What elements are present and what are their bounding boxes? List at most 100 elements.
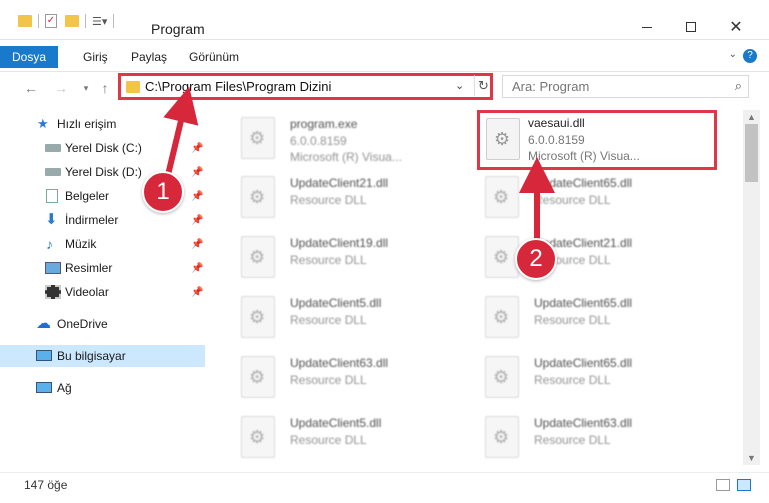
file-name: UpdateClient65.dll <box>534 176 633 190</box>
list-item[interactable]: UpdateClient5.dll Resource DLL <box>233 410 463 465</box>
pin-icon[interactable]: 📌 <box>191 167 203 178</box>
search-icon[interactable]: ⌕ <box>735 78 742 94</box>
list-item[interactable]: UpdateClient65.dll Resource DLL <box>477 170 707 226</box>
sidebar-item-downloads[interactable]: ⬇ İndirmeler 📌 <box>0 209 205 231</box>
pin-icon[interactable]: 📌 <box>191 143 203 154</box>
file-description: Resource DLL <box>534 193 611 207</box>
star-icon: ★ <box>37 116 49 131</box>
properties-icon[interactable]: ✓ <box>45 14 57 28</box>
view-toggle <box>716 479 752 494</box>
sidebar-item-label: Resimler <box>65 261 113 275</box>
tab-home[interactable]: Giriş <box>83 46 108 68</box>
file-name: UpdateClient21.dll <box>290 176 389 190</box>
help-icon[interactable]: ? <box>743 49 757 63</box>
list-item[interactable]: UpdateClient5.dll Resource DLL <box>233 290 463 346</box>
scroll-up-icon[interactable]: ▲ <box>743 110 760 124</box>
tab-view[interactable]: Görünüm <box>189 46 239 68</box>
dll-file-icon <box>485 356 519 398</box>
vertical-scrollbar[interactable]: ▲ ▼ <box>743 110 760 465</box>
divider <box>113 14 115 28</box>
drive-icon <box>45 144 61 152</box>
sidebar-item-label: İndirmeler <box>65 213 119 227</box>
file-description: Resource DLL <box>534 373 611 387</box>
pin-icon[interactable]: 📌 <box>191 191 203 202</box>
back-button[interactable]: ← <box>21 78 41 98</box>
file-name: UpdateClient63.dll <box>290 356 389 370</box>
tiles-view-icon[interactable] <box>737 479 752 491</box>
pin-icon[interactable]: 📌 <box>191 263 203 274</box>
window-title: Program <box>151 21 205 37</box>
file-name: UpdateClient5.dll <box>290 416 382 430</box>
step-2-badge: 2 <box>515 238 557 280</box>
file-version: 6.0.0.8159 <box>290 134 347 148</box>
tab-file[interactable]: Dosya <box>0 46 59 68</box>
file-list: program.exe 6.0.0.8159 Microsoft (R) Vis… <box>211 110 741 465</box>
close-icon: ✕ <box>729 19 743 36</box>
pin-icon[interactable]: 📌 <box>191 215 203 226</box>
scroll-down-icon[interactable]: ▼ <box>743 451 760 465</box>
chevron-down-icon: ▾ <box>83 83 89 93</box>
dll-file-icon <box>485 176 519 218</box>
pictures-icon <box>45 262 61 274</box>
sidebar-item-quick-access[interactable]: ★ Hızlı erişim <box>0 113 205 135</box>
drive-icon <box>45 168 61 176</box>
status-bar: 147 öğe <box>0 472 769 503</box>
address-bar[interactable]: C:\Program Files\Program Dizini ⌄ ↻ <box>118 73 493 100</box>
file-name: UpdateClient5.dll <box>290 296 382 310</box>
sidebar-item-onedrive[interactable]: ☁ OneDrive <box>0 313 205 335</box>
list-item[interactable]: UpdateClient19.dll Resource DLL <box>233 230 463 286</box>
details-view-icon[interactable] <box>716 479 730 491</box>
customize-toolbar-icon[interactable]: ☰▾ <box>92 15 107 28</box>
folder-icon <box>126 81 140 93</box>
pin-icon[interactable]: 📌 <box>191 239 203 250</box>
list-item[interactable]: UpdateClient63.dll Resource DLL <box>233 350 463 406</box>
list-item[interactable]: UpdateClient21.dll Resource DLL <box>477 230 707 286</box>
close-button[interactable]: ✕ <box>713 14 759 40</box>
sidebar-item-local-disk-c[interactable]: Yerel Disk (C:) 📌 <box>0 137 205 159</box>
file-description: Resource DLL <box>290 193 367 207</box>
item-count: 147 öğe <box>24 478 68 492</box>
minimize-button[interactable] <box>624 14 670 40</box>
sidebar-item-label: Hızlı erişim <box>57 117 117 131</box>
search-box[interactable]: ⌕ <box>502 75 749 98</box>
quick-access-toolbar: ✓ ☰▾ <box>18 12 120 30</box>
step-1-badge: 1 <box>142 171 184 213</box>
forward-button[interactable]: → <box>51 78 71 98</box>
ribbon-expand-icon[interactable]: ⌄ <box>729 49 737 60</box>
refresh-button[interactable]: ↻ <box>474 75 492 96</box>
file-name: UpdateClient65.dll <box>534 356 633 370</box>
file-description: Resource DLL <box>290 313 367 327</box>
up-button[interactable]: ↑ <box>95 78 115 98</box>
pin-icon[interactable]: 📌 <box>191 287 203 298</box>
file-description: Resource DLL <box>534 313 611 327</box>
sidebar-item-videos[interactable]: Videolar 📌 <box>0 281 205 303</box>
sidebar-item-network[interactable]: Ağ <box>0 377 205 399</box>
list-item[interactable]: program.exe 6.0.0.8159 Microsoft (R) Vis… <box>233 111 463 167</box>
dll-file-icon <box>241 176 275 218</box>
divider <box>38 14 39 28</box>
list-item[interactable]: UpdateClient63.dll Resource DLL <box>477 410 707 465</box>
list-item-selected[interactable]: vaesaui.dll 6.0.0.8159 Microsoft (R) Vis… <box>477 110 717 170</box>
file-name: UpdateClient19.dll <box>290 236 389 250</box>
tab-share[interactable]: Paylaş <box>131 46 167 68</box>
search-input[interactable] <box>503 76 713 97</box>
sidebar-item-pictures[interactable]: Resimler 📌 <box>0 257 205 279</box>
list-item[interactable]: UpdateClient65.dll Resource DLL <box>477 290 707 346</box>
video-icon <box>45 285 61 299</box>
maximize-icon <box>686 22 696 32</box>
dll-file-icon <box>241 236 275 278</box>
list-item[interactable]: UpdateClient65.dll Resource DLL <box>477 350 707 406</box>
list-item[interactable]: UpdateClient21.dll Resource DLL <box>233 170 463 226</box>
address-dropdown-icon[interactable]: ⌄ <box>455 79 464 92</box>
file-description: Resource DLL <box>534 433 611 447</box>
maximize-button[interactable] <box>668 14 714 40</box>
forward-arrow-icon: → <box>54 80 68 96</box>
scrollbar-thumb[interactable] <box>745 124 758 182</box>
new-folder-icon[interactable] <box>65 15 79 27</box>
address-path[interactable]: C:\Program Files\Program Dizini <box>145 79 331 94</box>
back-arrow-icon: ← <box>24 80 38 96</box>
documents-icon <box>46 189 58 203</box>
recent-locations-button[interactable]: ▾ <box>76 78 96 98</box>
sidebar-item-this-pc[interactable]: Bu bilgisayar <box>0 345 205 367</box>
sidebar-item-music[interactable]: ♪ Müzik 📌 <box>0 233 205 255</box>
